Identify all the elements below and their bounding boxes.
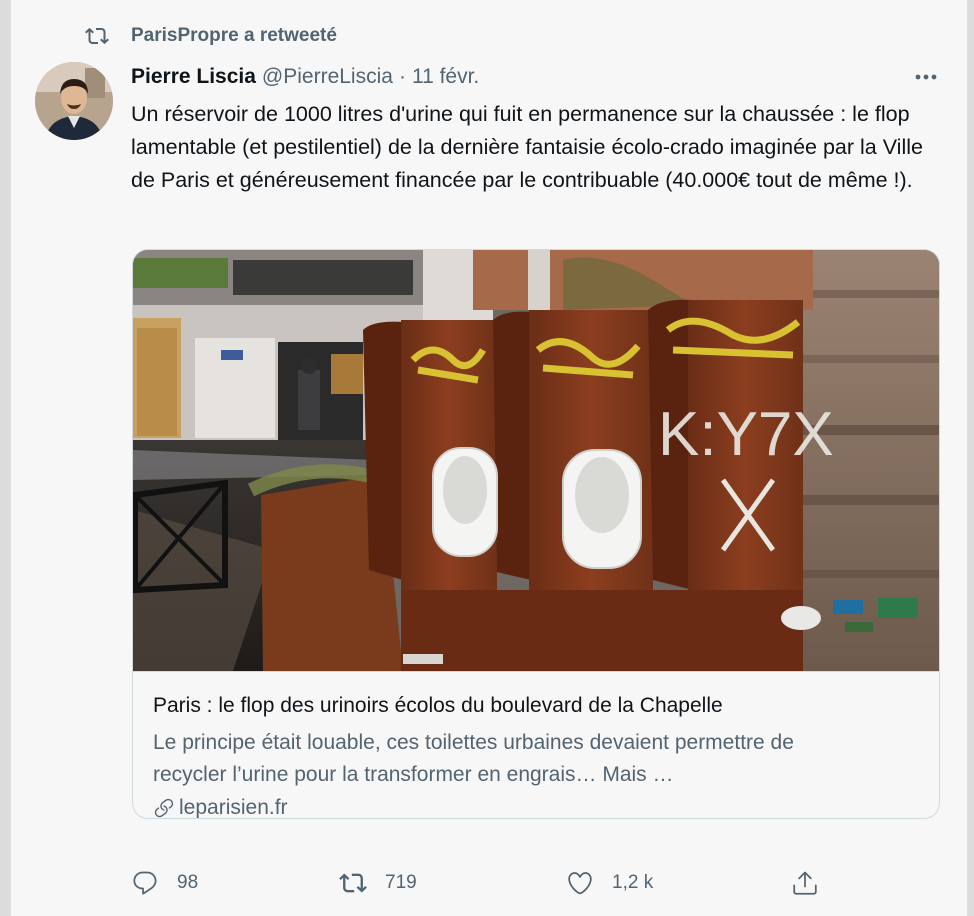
- like-count: 1,2 k: [612, 872, 654, 893]
- card-divider: [133, 671, 939, 672]
- tweet[interactable]: ParisPropre a retweeté Pierre Liscia @Pi…: [10, 0, 968, 916]
- retweet-button[interactable]: 719: [339, 866, 417, 900]
- card-description: Le principe était louable, ces toilettes…: [153, 731, 794, 786]
- share-icon: [793, 871, 817, 895]
- card-image[interactable]: K:Y7X: [133, 250, 939, 671]
- retweet-icon: [85, 27, 109, 45]
- author-name[interactable]: Pierre Liscia: [131, 65, 256, 89]
- reply-button[interactable]: 98: [131, 866, 198, 900]
- link-card[interactable]: K:Y7X Paris : le flop des urinoirs écolo…: [132, 249, 940, 819]
- social-context[interactable]: ParisPropre a retweeté: [85, 24, 337, 48]
- more-options-button[interactable]: [903, 62, 949, 92]
- link-icon: [154, 798, 174, 818]
- like-button[interactable]: 1,2 k: [566, 866, 653, 900]
- reply-count: 98: [177, 872, 199, 893]
- separator-dot: ·: [398, 65, 406, 88]
- retweet-count: 719: [385, 872, 417, 893]
- social-context-text: ParisPropre a retweeté: [131, 25, 337, 46]
- author-handle[interactable]: @PierreLiscia: [262, 65, 393, 89]
- avatar-image: [35, 62, 113, 140]
- retweet-icon: [339, 873, 367, 893]
- avatar[interactable]: [35, 62, 113, 140]
- heart-icon: [568, 872, 592, 895]
- card-title[interactable]: Paris : le flop des urinoirs écolos du b…: [153, 694, 723, 718]
- reply-icon: [133, 871, 157, 895]
- urinals-photo: K:Y7X: [133, 250, 939, 671]
- tweet-date[interactable]: 11 févr.: [412, 65, 479, 89]
- tweet-text: Un réservoir de 1000 litres d'urine qui …: [131, 102, 923, 192]
- more-icon: [915, 74, 937, 80]
- tweet-header: Pierre Liscia @PierreLiscia · 11 févr.: [131, 62, 479, 92]
- share-button[interactable]: [791, 866, 819, 900]
- card-domain-text: leparisien.fr: [179, 796, 288, 819]
- action-bar: 98 719 1,2 k: [131, 866, 951, 900]
- graffiti-text: K:Y7X: [658, 400, 834, 469]
- card-domain[interactable]: leparisien.fr: [153, 796, 288, 819]
